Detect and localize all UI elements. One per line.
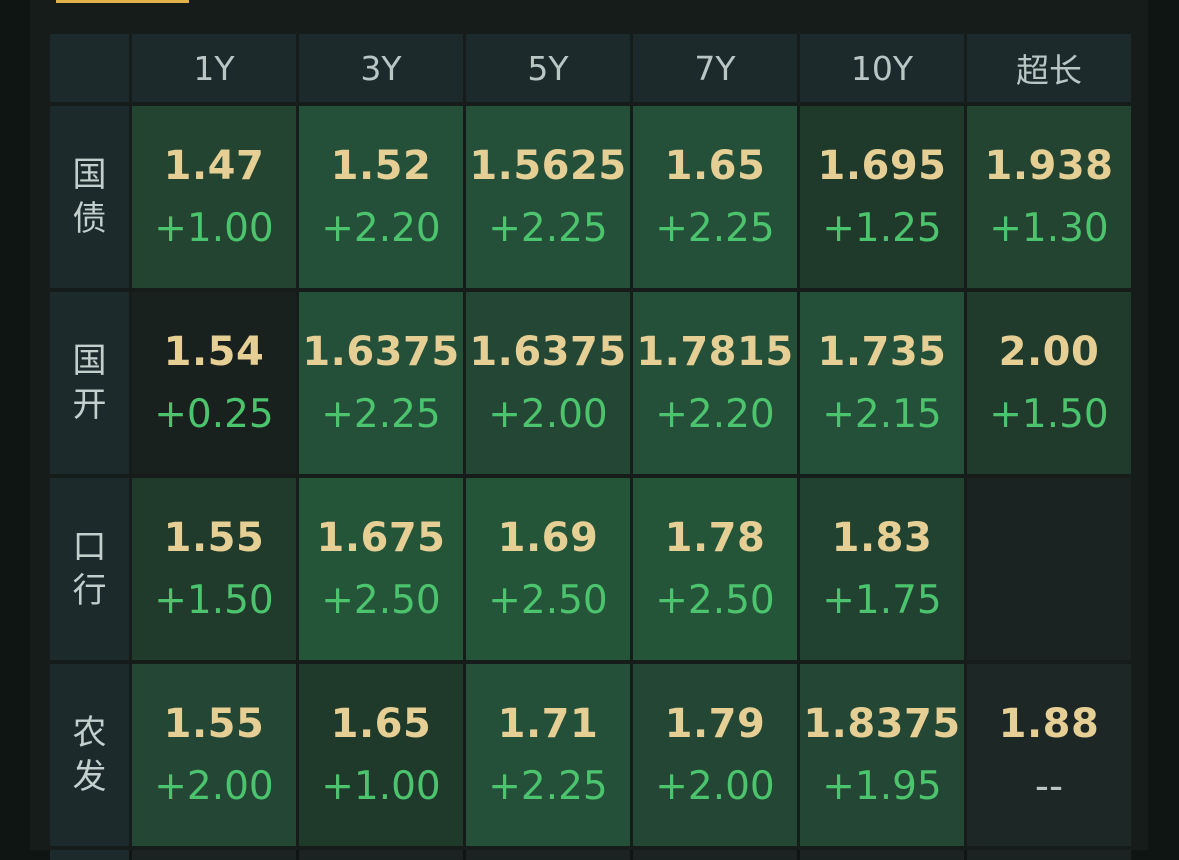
- yield-change: +2.25: [488, 205, 608, 251]
- yield-change: +2.25: [488, 763, 608, 809]
- yield-cell[interactable]: 1.7815 +2.20: [633, 292, 797, 474]
- row-label-char: 发: [72, 757, 107, 797]
- yield-cell[interactable]: 1.6375 +2.00: [466, 292, 630, 474]
- column-header-ultra-long[interactable]: 超长: [967, 34, 1131, 102]
- yield-cell[interactable]: 1.675 +2.50: [299, 478, 463, 660]
- table-row-partial: [299, 850, 463, 860]
- row-label-cdb: 国 开: [50, 292, 129, 474]
- yield-cell[interactable]: 1.47 +1.00: [132, 106, 296, 288]
- yield-value: 1.71: [497, 700, 599, 747]
- yield-cell[interactable]: 2.00 +1.50: [967, 292, 1131, 474]
- yield-value: 1.83: [831, 514, 933, 561]
- column-header-7y[interactable]: 7Y: [633, 34, 797, 102]
- yield-change: +1.00: [154, 205, 274, 251]
- yield-cell[interactable]: 1.735 +2.15: [800, 292, 964, 474]
- row-label-char: 行: [72, 571, 107, 611]
- yield-change: +1.95: [822, 763, 942, 809]
- row-label-char: 国: [72, 341, 107, 381]
- row-label-exim: 口 行: [50, 478, 129, 660]
- yield-value: 1.695: [817, 142, 947, 189]
- yield-cell[interactable]: 1.52 +2.20: [299, 106, 463, 288]
- table-corner: [50, 34, 129, 102]
- row-label-char: 债: [72, 199, 107, 239]
- yield-change: +2.25: [321, 391, 441, 437]
- yield-cell[interactable]: 1.83 +1.75: [800, 478, 964, 660]
- column-header-3y[interactable]: 3Y: [299, 34, 463, 102]
- table-row-partial: [967, 850, 1131, 860]
- yield-value: 1.65: [330, 700, 432, 747]
- yield-cell[interactable]: 1.55 +2.00: [132, 664, 296, 846]
- yield-change: +2.50: [655, 577, 775, 623]
- active-tab-indicator: [56, 0, 189, 3]
- yield-heatmap-table: 1Y 3Y 5Y 7Y 10Y 超长 国 债 1.47 +1.00 1.52 +…: [50, 34, 1131, 860]
- yield-value: 1.69: [497, 514, 599, 561]
- yield-value: 1.938: [984, 142, 1114, 189]
- row-label-char: 口: [72, 527, 107, 567]
- yield-value: 1.65: [664, 142, 766, 189]
- yield-change: +1.50: [154, 577, 274, 623]
- yield-value: 1.735: [817, 328, 947, 375]
- yield-change: +2.20: [655, 391, 775, 437]
- yield-change: --: [1034, 763, 1064, 809]
- row-label-adbc: 农 发: [50, 664, 129, 846]
- row-label-treasury: 国 债: [50, 106, 129, 288]
- yield-change: +1.50: [989, 391, 1109, 437]
- yield-change: +2.00: [655, 763, 775, 809]
- table-row-partial: [132, 850, 296, 860]
- row-label-next: [50, 850, 129, 860]
- yield-cell[interactable]: 1.88 --: [967, 664, 1131, 846]
- table-row-partial: [800, 850, 964, 860]
- yield-cell[interactable]: 1.65 +2.25: [633, 106, 797, 288]
- yield-value: 1.7815: [636, 328, 794, 375]
- yield-value: 1.79: [664, 700, 766, 747]
- row-label-char: 农: [72, 713, 107, 753]
- yield-cell[interactable]: 1.69 +2.50: [466, 478, 630, 660]
- yield-value: 1.88: [998, 700, 1100, 747]
- yield-value: 1.52: [330, 142, 432, 189]
- yield-change: +1.25: [822, 205, 942, 251]
- yield-change: +1.30: [989, 205, 1109, 251]
- yield-change: +2.00: [488, 391, 608, 437]
- yield-change: +1.00: [321, 763, 441, 809]
- yield-cell[interactable]: 1.8375 +1.95: [800, 664, 964, 846]
- table-row-partial: [633, 850, 797, 860]
- row-label-char: 国: [72, 155, 107, 195]
- yield-change: +2.25: [655, 205, 775, 251]
- column-header-10y[interactable]: 10Y: [800, 34, 964, 102]
- table-row-partial: [466, 850, 630, 860]
- yield-cell[interactable]: 1.5625 +2.25: [466, 106, 630, 288]
- yield-cell[interactable]: 1.78 +2.50: [633, 478, 797, 660]
- yield-change: +2.50: [321, 577, 441, 623]
- yield-value: 1.47: [163, 142, 265, 189]
- yield-value: 1.78: [664, 514, 766, 561]
- yield-cell[interactable]: 1.55 +1.50: [132, 478, 296, 660]
- yield-change: +2.00: [154, 763, 274, 809]
- yield-cell[interactable]: 1.65 +1.00: [299, 664, 463, 846]
- yield-value: 1.55: [163, 514, 265, 561]
- yield-value: 1.8375: [803, 700, 961, 747]
- yield-cell[interactable]: 1.695 +1.25: [800, 106, 964, 288]
- column-header-1y[interactable]: 1Y: [132, 34, 296, 102]
- yield-value: 1.5625: [469, 142, 627, 189]
- yield-value: 2.00: [998, 328, 1100, 375]
- yield-cell[interactable]: 1.71 +2.25: [466, 664, 630, 846]
- yield-cell[interactable]: 1.6375 +2.25: [299, 292, 463, 474]
- yield-value: 1.55: [163, 700, 265, 747]
- row-label-char: 开: [72, 385, 107, 425]
- yield-change: +2.15: [822, 391, 942, 437]
- yield-value: 1.6375: [302, 328, 460, 375]
- yield-change: +1.75: [822, 577, 942, 623]
- yield-cell[interactable]: 1.54 +0.25: [132, 292, 296, 474]
- yield-change: +2.50: [488, 577, 608, 623]
- yield-change: +2.20: [321, 205, 441, 251]
- yield-value: 1.6375: [469, 328, 627, 375]
- yield-cell[interactable]: 1.79 +2.00: [633, 664, 797, 846]
- yield-change: +0.25: [154, 391, 274, 437]
- yield-cell[interactable]: 1.938 +1.30: [967, 106, 1131, 288]
- column-header-5y[interactable]: 5Y: [466, 34, 630, 102]
- yield-value: 1.675: [316, 514, 446, 561]
- yield-value: 1.54: [163, 328, 265, 375]
- empty-cell: [967, 478, 1131, 660]
